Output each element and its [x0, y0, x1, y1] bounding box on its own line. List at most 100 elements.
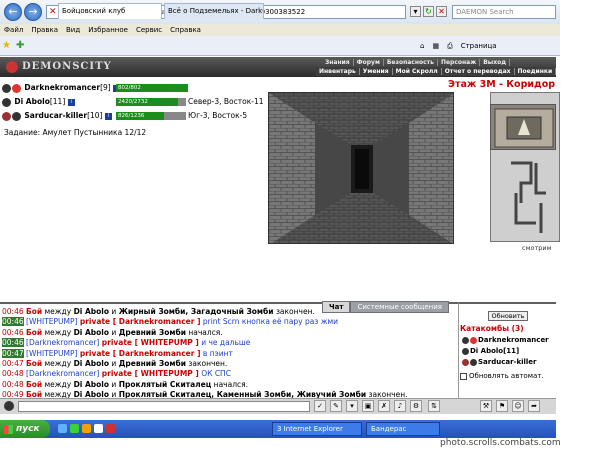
chat-timestamp[interactable]: 00:47 [2, 359, 24, 368]
chat-text[interactable]: ОК СПС [199, 369, 231, 378]
home-icon[interactable]: ⌂ [420, 42, 424, 50]
chat-text[interactable]: Di Abolo [74, 328, 109, 337]
chat-timestamp[interactable]: 00:46 [2, 317, 24, 327]
menu-character[interactable]: Персонаж [437, 59, 481, 66]
taskbar-item-ie[interactable]: 3 Internet Explorer [272, 422, 362, 436]
stop-icon[interactable]: ✕ [436, 6, 447, 17]
info-icon[interactable]: i [67, 98, 75, 106]
chat-timestamp[interactable]: 00:48 [2, 369, 24, 378]
menu-security[interactable]: Безопасность [383, 59, 438, 66]
tab-dungeons[interactable]: Всё о Подземельях - DarkCl... [164, 3, 264, 19]
chat-text[interactable]: и че дальше [199, 338, 250, 347]
chat-text[interactable]: Жирный Зомби, Загадочный Зомби [119, 307, 274, 316]
chat-timestamp[interactable]: 00:46 [2, 338, 24, 348]
tab-combats[interactable]: Бойцовский клуб [58, 3, 162, 19]
room-member[interactable]: Sarducar-killer [462, 357, 558, 367]
checkbox-icon[interactable] [460, 372, 467, 380]
favorites-star-icon[interactable]: ★ [2, 40, 11, 51]
page-menu[interactable]: Страница [461, 42, 497, 50]
forward-button[interactable]: → [24, 3, 42, 21]
dungeon-view[interactable] [268, 92, 454, 244]
character-icon[interactable]: ☺ [512, 400, 524, 412]
exit-icon[interactable]: ➦ [528, 400, 540, 412]
menu-my-scroll[interactable]: Мой Скролл [392, 68, 442, 75]
player-row[interactable]: Di Abolo[11] i 2420/2732 Север-3, Восток… [2, 96, 266, 108]
menu-skills[interactable]: Умения [359, 68, 393, 75]
menu-help[interactable]: Справка [166, 24, 205, 36]
chat-text[interactable]: [WHITEPUMP] [26, 317, 80, 326]
filter-icon[interactable]: ▾ [346, 400, 358, 412]
chat-text[interactable]: [Darknekromancer] [26, 369, 102, 378]
menu-inventory[interactable]: Инвентарь [316, 68, 360, 75]
player-row[interactable]: Darknekromancer[9] i 802/802 [2, 82, 266, 94]
menu-knowledge[interactable]: Знания [322, 59, 354, 66]
chat-line[interactable]: 00:46 [Darknekromancer] private [ WHITEP… [2, 337, 458, 348]
chat-line[interactable]: 00:48 [Darknekromancer] private [ WHITEP… [2, 368, 458, 379]
chat-log[interactable]: 00:46 Бой между Di Abolo и Жирный Зомби,… [0, 302, 458, 398]
folder-icon[interactable] [94, 424, 103, 433]
desktop-icon[interactable] [58, 424, 67, 433]
menu-forum[interactable]: Форум [353, 59, 384, 66]
chat-text[interactable]: Di Abolo [74, 380, 109, 389]
settings-icon[interactable]: ⚙ [410, 400, 422, 412]
menu-view[interactable]: Вид [62, 24, 84, 36]
feeds-icon[interactable]: ▦ [432, 42, 439, 50]
chat-input[interactable] [18, 401, 310, 412]
player-row[interactable]: Sarducar-killer[10] i 826/1236 Юг-3, Вос… [2, 110, 266, 122]
chat-line[interactable]: 00:48 Бой между Di Abolo и Проклятый Ски… [2, 379, 458, 390]
chat-text[interactable]: print Scrn кнопка её пару раз жми [201, 317, 338, 326]
edit-icon[interactable]: ✎ [330, 400, 342, 412]
chat-line[interactable]: 00:47 Бой между Di Abolo и Древний Зомби… [2, 358, 458, 369]
chat-timestamp[interactable]: 00:48 [2, 380, 24, 389]
room-member[interactable]: Di Abolo[11] [462, 346, 558, 356]
menu-battles[interactable]: Поединки [514, 68, 557, 75]
messenger-icon[interactable] [82, 424, 91, 433]
chat-line[interactable]: 00:47 [WHITEPUMP] private [ Darknekroman… [2, 348, 458, 359]
ie-quicklaunch-icon[interactable] [70, 424, 79, 433]
refresh-icon[interactable]: ↻ [423, 6, 434, 17]
app-icon[interactable] [106, 424, 115, 433]
compass-panel[interactable] [490, 104, 556, 150]
menu-exit[interactable]: Выход [480, 59, 511, 66]
dropdown-icon[interactable]: ▾ [410, 6, 421, 17]
add-favorite-icon[interactable]: ✚ [16, 40, 24, 51]
chat-text[interactable]: Проклятый Скиталец [119, 380, 212, 389]
menu-tools[interactable]: Сервис [132, 24, 166, 36]
autorefresh-checkbox[interactable]: Обновлять автомат. [460, 372, 544, 380]
room-member[interactable]: Darknekromancer [462, 335, 558, 345]
send-icon[interactable]: ✓ [314, 400, 326, 412]
chat-text[interactable]: Древний Зомби [119, 359, 186, 368]
chat-timestamp[interactable]: 00:49 [2, 390, 24, 398]
scroll-icon[interactable]: ⇅ [428, 400, 440, 412]
menu-transfers[interactable]: Отчет о переводах [441, 68, 515, 75]
chat-timestamp[interactable]: 00:46 [2, 328, 24, 337]
chat-line[interactable]: 00:46 Бой между Di Abolo и Древний Зомби… [2, 327, 458, 338]
tab-chat[interactable]: Чат [322, 301, 351, 313]
info-icon[interactable]: i [104, 112, 112, 120]
tab-system-messages[interactable]: Системные сообщения [350, 301, 449, 313]
chat-timestamp[interactable]: 00:47 [2, 348, 24, 358]
map-icon[interactable]: ⚑ [496, 400, 508, 412]
menu-favorites[interactable]: Избранное [84, 24, 132, 36]
back-button[interactable]: ← [4, 3, 22, 21]
print-icon[interactable]: ⎙ [447, 42, 453, 50]
search-input[interactable]: DAEMON Search [452, 5, 556, 19]
inventory-icon[interactable]: ⚒ [480, 400, 492, 412]
chat-text[interactable]: Проклятый Скиталец, Каменный Зомби, Живу… [119, 390, 366, 398]
chat-text[interactable]: [WHITEPUMP] [26, 349, 80, 358]
taskbar-item-banderas[interactable]: Бандерас [366, 422, 440, 436]
chat-text[interactable]: Древний Зомби [119, 328, 186, 337]
chat-text[interactable]: [Darknekromancer] [26, 338, 102, 347]
chat-line[interactable]: 00:46 [WHITEPUMP] private [ Darknekroman… [2, 316, 458, 327]
clear-icon[interactable]: ✗ [378, 400, 390, 412]
chat-line[interactable]: 00:49 Бой между Di Abolo и Проклятый Ски… [2, 389, 458, 398]
chat-text[interactable]: Di Abolo [74, 390, 109, 398]
menu-edit[interactable]: Правка [27, 24, 62, 36]
save-icon[interactable]: ▣ [362, 400, 374, 412]
chat-text[interactable]: в пэинт [201, 349, 233, 358]
chat-text[interactable]: Di Abolo [74, 359, 109, 368]
chat-text[interactable]: Di Abolo [74, 307, 109, 316]
refresh-button[interactable]: Обновить [488, 311, 528, 321]
sound-icon[interactable]: ♪ [394, 400, 406, 412]
smiley-icon[interactable] [4, 401, 14, 411]
